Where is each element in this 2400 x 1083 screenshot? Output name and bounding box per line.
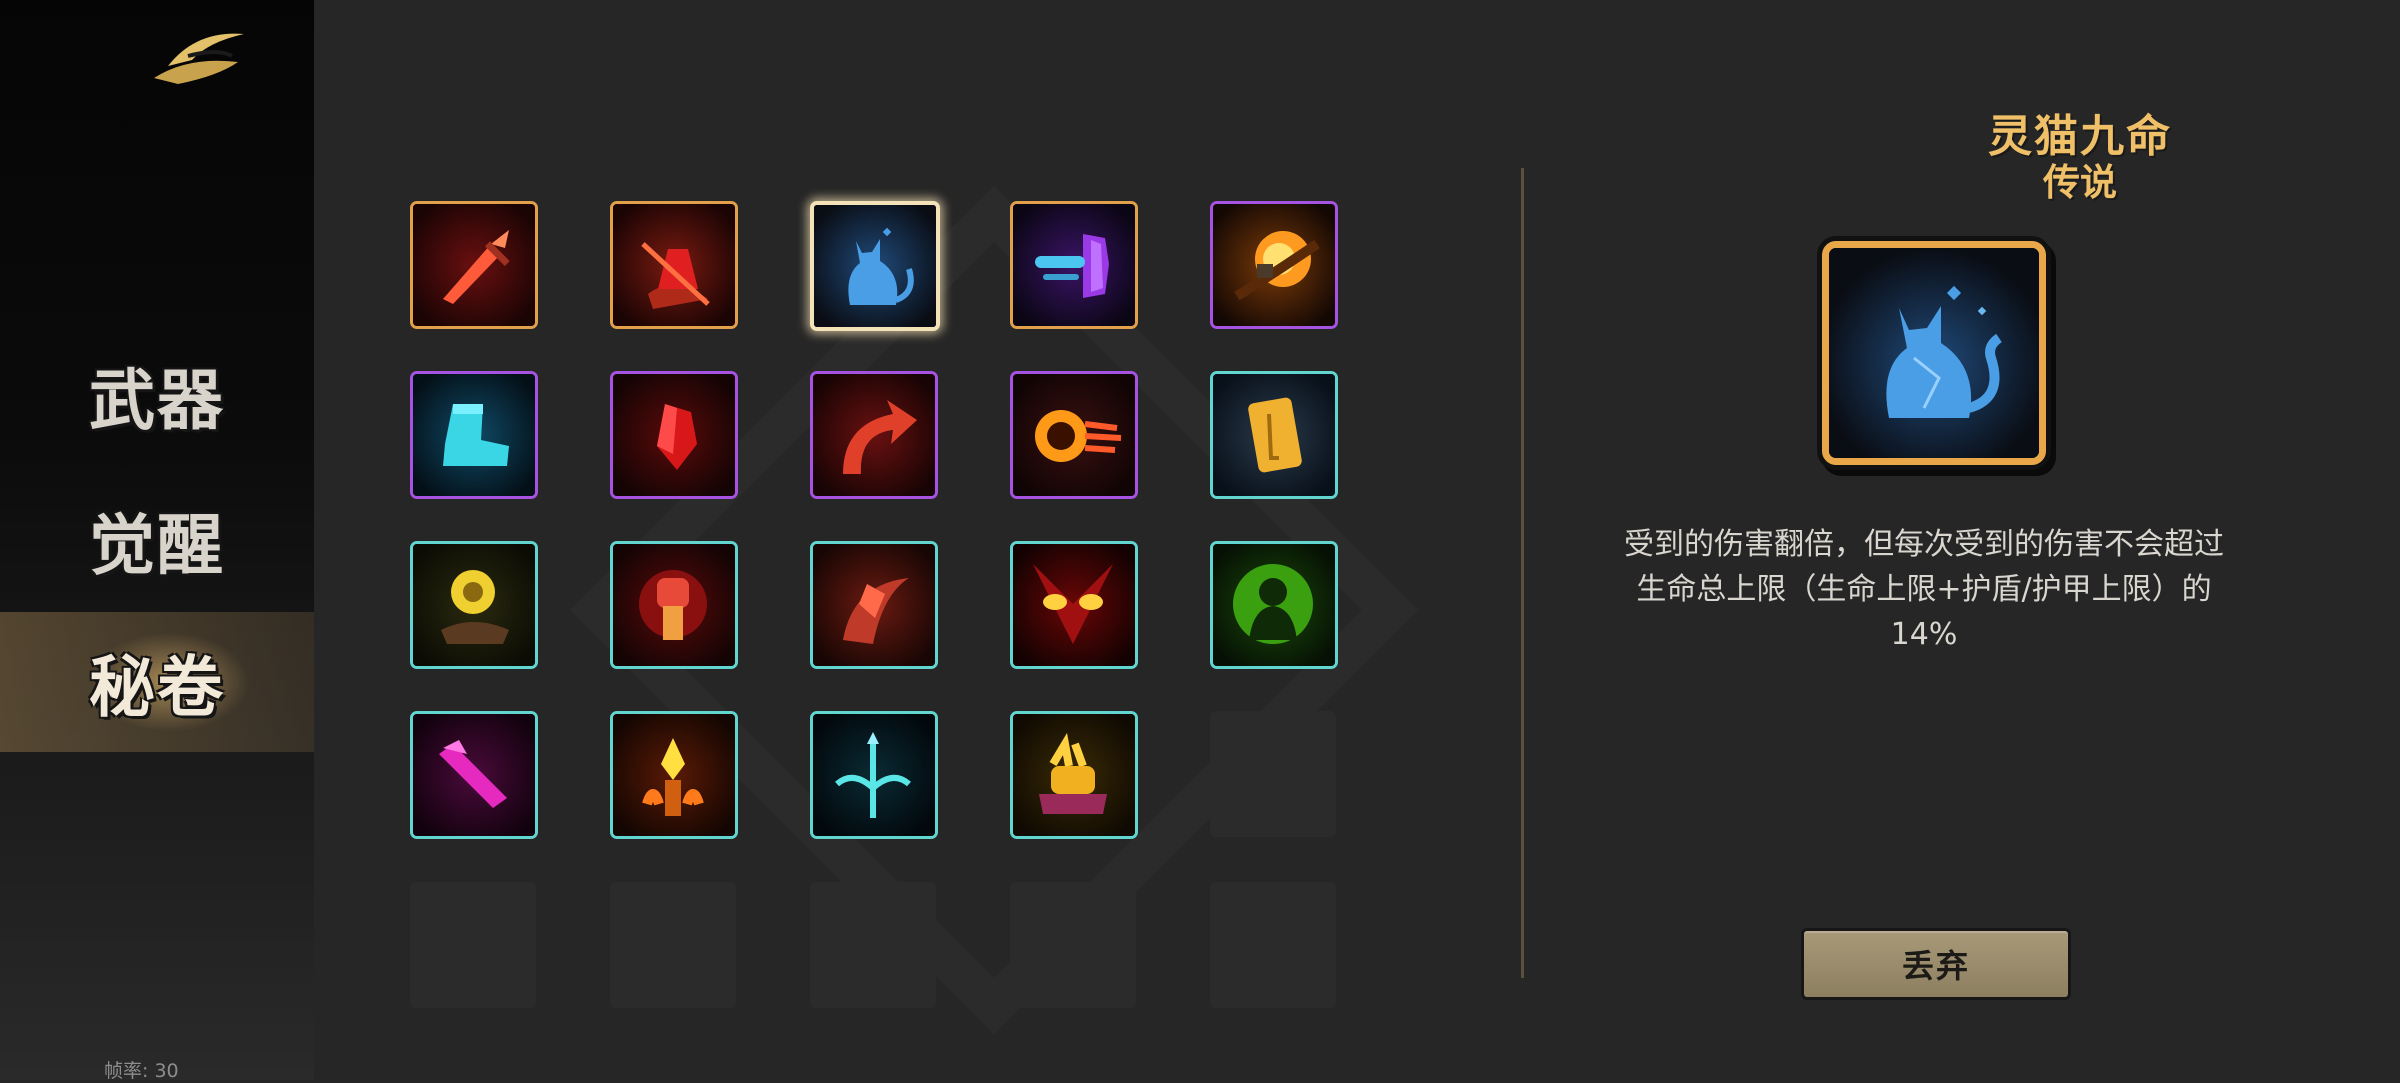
- crystal-slash-icon: [813, 544, 935, 666]
- game-logo-icon: [148, 26, 250, 92]
- detail-rarity: 传说: [2043, 161, 2117, 204]
- sidebar: 武器 觉醒 秘卷 帧率: 30: [0, 0, 314, 1082]
- inventory-slot-empty: [1210, 882, 1336, 1008]
- nav-secret-scrolls-label: 秘卷: [89, 648, 225, 726]
- nav-secret-scrolls-tab[interactable]: 秘卷: [0, 612, 314, 752]
- golden-rune-icon: [413, 544, 535, 666]
- scroll-icon: [1213, 374, 1335, 496]
- fist-icon: [613, 544, 735, 666]
- demon-eyes-icon: [1013, 544, 1135, 666]
- magenta-blade-icon: [413, 714, 535, 836]
- inventory-slot-scroll-icon[interactable]: [1210, 371, 1338, 499]
- detail-description: 受到的伤害翻倍，但每次受到的伤害不会超过生命总上限（生命上限+护盾/护甲上限）的…: [1624, 527, 2224, 652]
- inventory-slot-fire-orb-icon[interactable]: [1010, 371, 1138, 499]
- gold-rabbit-icon: [1013, 714, 1135, 836]
- inventory-slot-sword-icon[interactable]: [410, 201, 538, 329]
- inventory-slot-trident-icon[interactable]: [810, 711, 938, 839]
- panel-divider: [1521, 168, 1524, 978]
- inventory-slot-demon-eyes-icon[interactable]: [1010, 541, 1138, 669]
- red-gem-icon: [613, 374, 735, 496]
- inventory-slot-fist-icon[interactable]: [610, 541, 738, 669]
- boot-icon: [413, 374, 535, 496]
- inventory-slot-explosion-icon[interactable]: [1210, 201, 1338, 329]
- explosion-icon: [1213, 204, 1335, 326]
- inventory-slot-boot-icon[interactable]: [410, 371, 538, 499]
- discard-button-label: 丢弃: [1901, 947, 1970, 985]
- inventory-slot-crystal-slash-icon[interactable]: [810, 541, 938, 669]
- inventory-slot-green-spirit-icon[interactable]: [1210, 541, 1338, 669]
- inventory-slot-empty: [1210, 711, 1336, 837]
- return-arrow-icon: [813, 374, 935, 496]
- crystal-cat-icon: [814, 205, 936, 327]
- fire-orb-icon: [1013, 374, 1135, 496]
- inventory-slot-empty: [810, 882, 936, 1008]
- flame-crystal-icon: [613, 714, 735, 836]
- inventory-slot-empty: [1010, 882, 1136, 1008]
- nav-awakening-label: 觉醒: [89, 506, 225, 584]
- sword-icon: [413, 204, 535, 326]
- inventory-slot-dash-blade-icon[interactable]: [1010, 201, 1138, 329]
- inventory-slot-red-gem-icon[interactable]: [610, 371, 738, 499]
- inventory-slot-crystal-cat-icon[interactable]: [810, 201, 940, 331]
- nav-weapons-label: 武器: [89, 361, 225, 439]
- main-panel: 灵猫九命 传说 受到的伤害翻倍，但每次受到的伤害不会超过生命总上限（生命上限+护…: [314, 0, 2400, 1080]
- inventory-slot-empty: [610, 882, 736, 1008]
- detail-crystal-cat-icon: [1822, 241, 2046, 465]
- trident-icon: [813, 714, 935, 836]
- inventory-slot-broken-flask-icon[interactable]: [610, 201, 738, 329]
- inventory-slot-flame-crystal-icon[interactable]: [610, 711, 738, 839]
- inventory-slot-magenta-blade-icon[interactable]: [410, 711, 538, 839]
- green-spirit-icon: [1213, 544, 1335, 666]
- inventory-slot-return-arrow-icon[interactable]: [810, 371, 938, 499]
- dash-blade-icon: [1013, 204, 1135, 326]
- inventory-slot-golden-rune-icon[interactable]: [410, 541, 538, 669]
- inventory-slot-empty: [410, 882, 536, 1008]
- broken-flask-icon: [613, 204, 735, 326]
- inventory-slot-gold-rabbit-icon[interactable]: [1010, 711, 1138, 839]
- discard-button[interactable]: 丢弃: [1801, 928, 2071, 1000]
- nav-weapons-tab[interactable]: 武器: [0, 325, 314, 465]
- nav-awakening-tab[interactable]: 觉醒: [0, 470, 314, 610]
- fps-counter: 帧率: 30: [104, 1060, 179, 1082]
